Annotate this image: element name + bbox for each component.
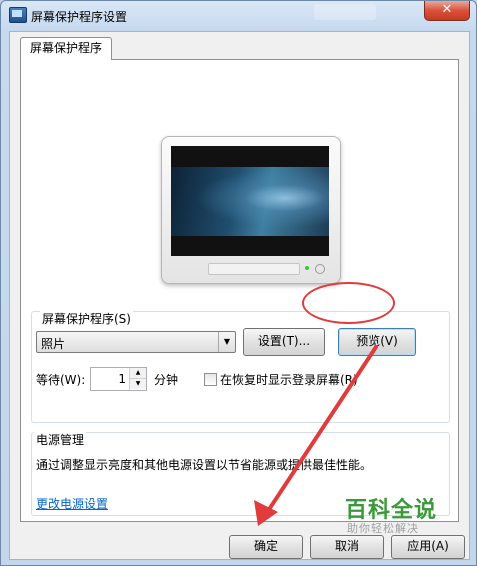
watermark-logo: 百科全说 助你轻松解决 bbox=[333, 488, 453, 538]
window-title: 屏幕保护程序设置 bbox=[31, 10, 128, 24]
close-button[interactable]: ✕ bbox=[424, 1, 470, 21]
settings-button[interactable]: 设置(T)... bbox=[243, 328, 325, 356]
monitor-screen bbox=[171, 146, 329, 256]
preview-photo bbox=[171, 167, 329, 236]
monitor-preview bbox=[161, 136, 341, 284]
preview-button[interactable]: 预览(V) bbox=[338, 328, 416, 356]
stepper-buttons[interactable]: ▲ ▼ bbox=[129, 368, 146, 390]
cancel-button[interactable]: 取消 bbox=[310, 535, 384, 559]
monitor-stand bbox=[208, 263, 300, 275]
change-power-settings-link[interactable]: 更改电源设置 bbox=[36, 495, 108, 512]
screensaver-group: 屏幕保护程序(S) 照片 ▼ 设置(T)... 预览(V) 等待(W): 1 ▲… bbox=[31, 310, 450, 423]
display-settings-icon bbox=[9, 7, 27, 23]
power-led-icon bbox=[305, 266, 309, 270]
stepper-down-icon[interactable]: ▼ bbox=[130, 379, 146, 389]
tab-screensaver[interactable]: 屏幕保护程序 bbox=[20, 37, 112, 60]
dialog-window: 屏幕保护程序设置 ✕ 屏幕保护程序 屏幕保护程序(S) 照片 ▼ 设置(T)..… bbox=[0, 0, 477, 566]
wait-label: 等待(W): bbox=[36, 373, 86, 387]
power-button-icon bbox=[315, 264, 325, 274]
dropdown-arrow-icon[interactable]: ▼ bbox=[218, 332, 235, 352]
stepper-up-icon[interactable]: ▲ bbox=[130, 368, 146, 379]
annotation-highlight-ring bbox=[302, 282, 395, 324]
screensaver-group-label: 屏幕保护程序(S) bbox=[40, 310, 133, 327]
power-description: 通过调整显示亮度和其他电源设置以节省能源或提供最佳性能。 bbox=[36, 458, 373, 472]
power-group-label: 电源管理 bbox=[34, 431, 87, 448]
title-bar: 屏幕保护程序设置 ✕ bbox=[1, 1, 476, 29]
screensaver-select-value: 照片 bbox=[41, 337, 66, 351]
apply-button[interactable]: 应用(A) bbox=[391, 535, 465, 559]
blurred-titlebar-button bbox=[314, 4, 376, 20]
wait-minutes-stepper[interactable]: 1 ▲ ▼ bbox=[90, 367, 147, 391]
dialog-client-area: 屏幕保护程序 屏幕保护程序(S) 照片 ▼ 设置(T)... 预览(V) 等待(… bbox=[9, 31, 470, 560]
watermark-subtitle: 助你轻松解决 bbox=[347, 522, 419, 535]
screensaver-select[interactable]: 照片 ▼ bbox=[36, 331, 236, 353]
ok-button[interactable]: 确定 bbox=[229, 535, 303, 559]
wait-unit-label: 分钟 bbox=[154, 373, 179, 387]
resume-logon-label[interactable]: 在恢复时显示登录屏幕(R) bbox=[220, 371, 358, 388]
screensaver-tab-panel: 屏幕保护程序(S) 照片 ▼ 设置(T)... 预览(V) 等待(W): 1 ▲… bbox=[20, 59, 459, 522]
resume-logon-checkbox[interactable] bbox=[204, 373, 217, 386]
wait-minutes-value[interactable]: 1 bbox=[118, 372, 126, 386]
